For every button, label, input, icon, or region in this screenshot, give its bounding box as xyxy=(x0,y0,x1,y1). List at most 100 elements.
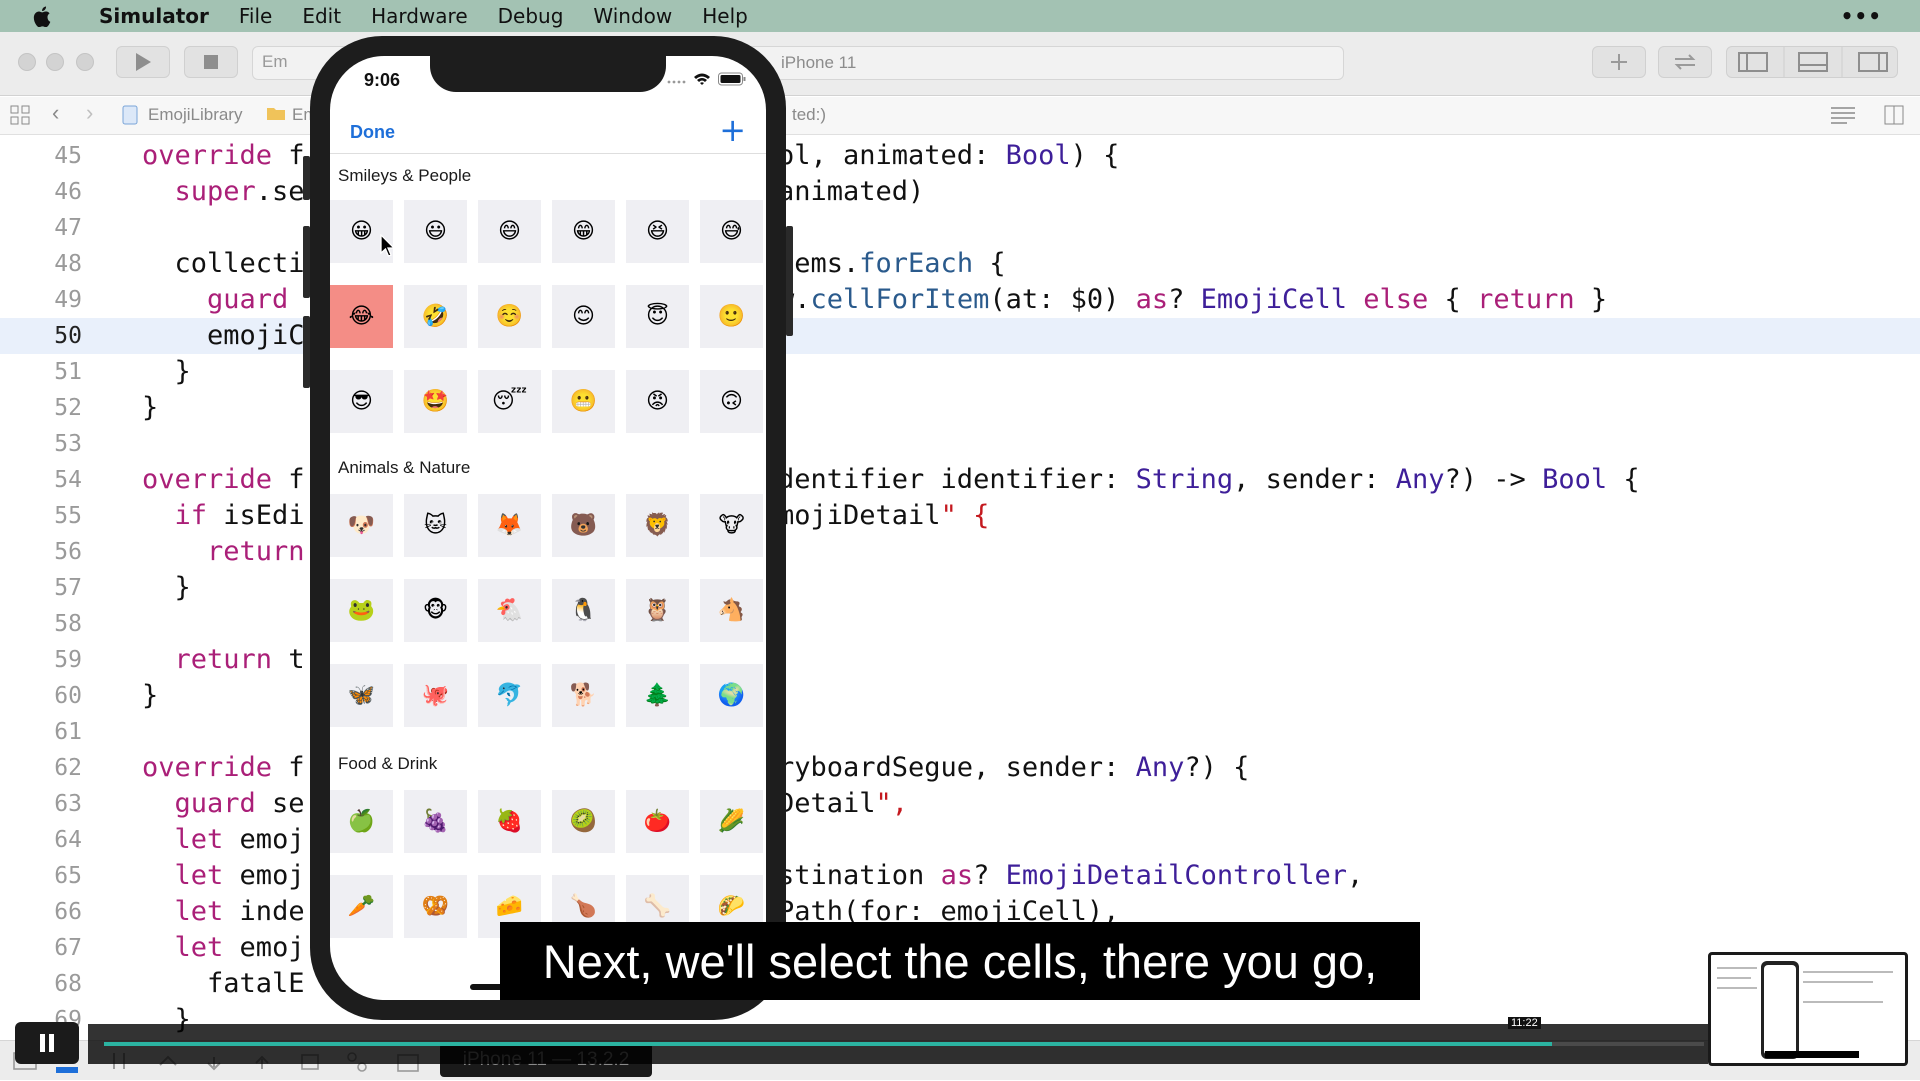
code-line[interactable]: 45 override f ol, animated: Bool) { xyxy=(0,138,1920,174)
emoji-cell[interactable]: 😂 xyxy=(330,285,393,348)
simulator-screen[interactable]: 9:06 Done + Smileys & People 😀 😃 😄 😁 😆 😅 😂 🤣 ☺️ 😊 😇… xyxy=(330,56,766,1000)
source-editor[interactable]: 45 override f ol, animated: Bool) {46 supe… xyxy=(0,136,1920,1035)
emoji-cell[interactable]: 🍓 xyxy=(478,790,541,853)
emoji-cell[interactable]: 🐱 xyxy=(404,494,467,557)
code-line[interactable]: 59 return t xyxy=(0,642,1920,678)
window-close-button[interactable] xyxy=(18,53,36,71)
emoji-cell[interactable]: 🥝 xyxy=(552,790,615,853)
subtitle-text: Next, we'll select the cells, there you … xyxy=(542,934,1378,988)
emoji-cell[interactable]: 😁 xyxy=(552,200,615,263)
code-line[interactable]: 63 guard se Detail", xyxy=(0,786,1920,822)
editor-options-icon[interactable] xyxy=(1830,105,1856,130)
code-line[interactable]: 57 } xyxy=(0,570,1920,606)
code-line[interactable]: 48 collecti tems.forEach { xyxy=(0,246,1920,282)
emoji-cell[interactable]: 😇 xyxy=(626,285,689,348)
add-button[interactable]: + xyxy=(719,112,746,148)
emoji-cell[interactable]: ☺️ xyxy=(478,285,541,348)
emoji-cell[interactable]: 🍏 xyxy=(330,790,393,853)
code-line[interactable]: 55 if isEdi mojiDetail" { xyxy=(0,498,1920,534)
code-line[interactable]: 52} xyxy=(0,390,1920,426)
more-icon[interactable]: ••• xyxy=(1841,4,1882,28)
breadcrumb-project[interactable]: EmojiLibrary xyxy=(148,105,242,125)
forward-arrow-icon[interactable]: › xyxy=(86,100,93,126)
done-button[interactable]: Done xyxy=(350,122,395,143)
code-line[interactable]: 54 override f dentifier identifier: String… xyxy=(0,462,1920,498)
emoji-cell[interactable]: 🐙 xyxy=(404,664,467,727)
library-button[interactable] xyxy=(1592,46,1646,78)
emoji-cell[interactable]: 🐸 xyxy=(330,579,393,642)
emoji-cell[interactable]: 😅 xyxy=(700,200,763,263)
emoji-cell[interactable]: 🤩 xyxy=(404,370,467,433)
line-number: 53 xyxy=(54,431,82,457)
code-line[interactable]: 61 xyxy=(0,714,1920,750)
stop-button[interactable] xyxy=(184,46,238,78)
menu-edit[interactable]: Edit xyxy=(287,4,356,28)
code-line[interactable]: 49 guard w.cellForItem(at: $0) as? EmojiC… xyxy=(0,282,1920,318)
play-icon xyxy=(136,53,151,71)
code-line[interactable]: 58 xyxy=(0,606,1920,642)
emoji-cell[interactable]: 🐴 xyxy=(700,579,763,642)
emoji-cell[interactable]: 🌲 xyxy=(626,664,689,727)
menu-help[interactable]: Help xyxy=(687,4,763,28)
emoji-cell[interactable]: 🐬 xyxy=(478,664,541,727)
code-line[interactable]: 56 return xyxy=(0,534,1920,570)
window-zoom-button[interactable] xyxy=(76,53,94,71)
line-number: 63 xyxy=(54,791,82,817)
video-progress-bar[interactable] xyxy=(104,1042,1704,1046)
emoji-cell[interactable]: 🤣 xyxy=(404,285,467,348)
code-line[interactable]: 60} xyxy=(0,678,1920,714)
emoji-cell[interactable]: 🦁 xyxy=(626,494,689,557)
emoji-cell[interactable]: 😃 xyxy=(404,200,467,263)
menu-file[interactable]: File xyxy=(224,4,287,28)
menu-window[interactable]: Window xyxy=(578,4,687,28)
code-line[interactable]: 51 } xyxy=(0,354,1920,390)
code-line[interactable]: 64 let emoj xyxy=(0,822,1920,858)
emoji-cell[interactable]: 😴 xyxy=(478,370,541,433)
add-editor-icon[interactable] xyxy=(1884,105,1904,130)
emoji-cell[interactable]: 😡 xyxy=(626,370,689,433)
emoji-cell[interactable]: 🐕 xyxy=(552,664,615,727)
emoji-cell[interactable]: 😬 xyxy=(552,370,615,433)
menu-app-simulator[interactable]: Simulator xyxy=(84,4,224,28)
line-number: 62 xyxy=(54,755,82,781)
run-button[interactable] xyxy=(116,46,170,78)
code-line[interactable]: 53 xyxy=(0,426,1920,462)
grid-icon[interactable] xyxy=(10,105,30,130)
emoji-cell[interactable]: 🙂 xyxy=(700,285,763,348)
code-line[interactable]: 50 emojiC xyxy=(0,318,1920,354)
emoji-cell[interactable]: 🦋 xyxy=(330,664,393,727)
code-line[interactable]: 65 let emoj stination as? EmojiDetailCont… xyxy=(0,858,1920,894)
emoji-cell[interactable]: 🐶 xyxy=(330,494,393,557)
emoji-cell[interactable]: 🐮 xyxy=(700,494,763,557)
emoji-cell[interactable]: 😎 xyxy=(330,370,393,433)
emoji-cell[interactable]: 😊 xyxy=(552,285,615,348)
emoji-cell[interactable]: 🥨 xyxy=(404,875,467,938)
emoji-cell[interactable]: 🐻 xyxy=(552,494,615,557)
emoji-cell[interactable]: 😄 xyxy=(478,200,541,263)
emoji-cell[interactable]: 🙃 xyxy=(700,370,763,433)
breadcrumb-method[interactable]: ted:) xyxy=(792,105,826,125)
code-review-button[interactable] xyxy=(1658,46,1712,78)
emoji-cell[interactable]: 🌽 xyxy=(700,790,763,853)
emoji-cell[interactable]: 🦉 xyxy=(626,579,689,642)
code-line[interactable]: 47 xyxy=(0,210,1920,246)
menu-debug[interactable]: Debug xyxy=(483,4,579,28)
line-number: 55 xyxy=(54,503,82,529)
menu-hardware[interactable]: Hardware xyxy=(356,4,483,28)
emoji-cell[interactable]: 🍇 xyxy=(404,790,467,853)
emoji-cell[interactable]: 🐔 xyxy=(478,579,541,642)
pause-button[interactable] xyxy=(15,1022,79,1064)
line-number: 52 xyxy=(54,395,82,421)
emoji-cell[interactable]: 🐧 xyxy=(552,579,615,642)
apple-icon[interactable] xyxy=(0,6,84,27)
code-line[interactable]: 46 super.se animated) xyxy=(0,174,1920,210)
back-arrow-icon[interactable]: ‹ xyxy=(52,100,59,126)
emoji-cell[interactable]: 🌍 xyxy=(700,664,763,727)
emoji-cell[interactable]: 🍅 xyxy=(626,790,689,853)
emoji-cell[interactable]: 🦊 xyxy=(478,494,541,557)
code-line[interactable]: 62 override f ryboardSegue, sender: Any?) … xyxy=(0,750,1920,786)
window-minimize-button[interactable] xyxy=(46,53,64,71)
emoji-cell[interactable]: 😆 xyxy=(626,200,689,263)
emoji-cell[interactable]: 🥕 xyxy=(330,875,393,938)
emoji-cell[interactable]: 🐵 xyxy=(404,579,467,642)
